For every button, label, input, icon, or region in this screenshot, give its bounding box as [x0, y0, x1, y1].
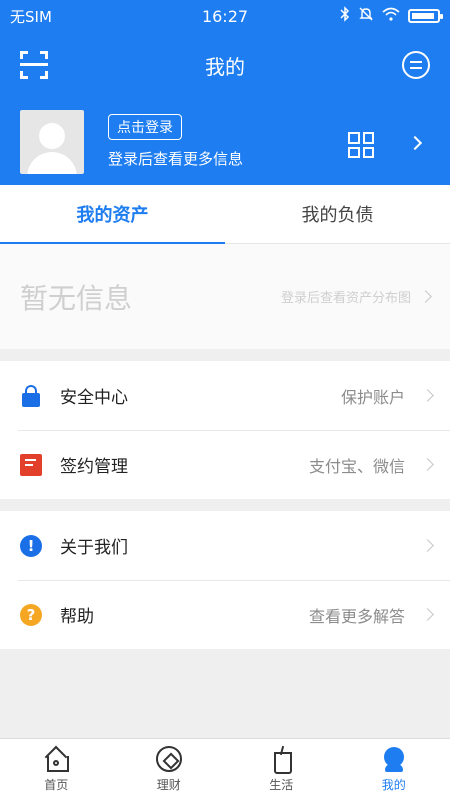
chevron-right-icon[interactable] [407, 135, 423, 151]
scan-icon[interactable] [20, 51, 48, 79]
mute-icon [358, 6, 374, 26]
tab-my-liabilities[interactable]: 我的负债 [225, 185, 450, 243]
nav-item-finance[interactable]: 理财 [113, 739, 226, 800]
login-button[interactable]: 点击登录 [108, 114, 182, 140]
nav-item-life[interactable]: 生活 [225, 739, 338, 800]
page-title: 我的 [205, 54, 245, 79]
menu-item-label: 签约管理 [60, 457, 128, 477]
menu-item-label: 关于我们 [60, 538, 128, 558]
empty-title: 暂无信息 [20, 281, 133, 315]
menu-group-security: 安全中心 保护账户 签约管理 支付宝、微信 [0, 361, 450, 499]
top-header-area: 无SIM 16:27 我的 点击登录 登录后查看更多信息 [0, 0, 450, 185]
profile-info: 点击登录 登录后查看更多信息 [108, 114, 243, 169]
help-icon: ? [20, 603, 42, 626]
asset-distribution-panel[interactable]: 暂无信息 登录后查看资产分布图 [0, 244, 450, 349]
menu-item-contract-management[interactable]: 签约管理 支付宝、微信 [0, 430, 450, 499]
chevron-right-icon [421, 539, 434, 552]
asset-hint-link[interactable]: 登录后查看资产分布图 [280, 287, 432, 306]
lock-icon [20, 384, 42, 407]
menu-item-label: 帮助 [60, 607, 94, 627]
asset-hint-text: 登录后查看资产分布图 [280, 291, 411, 306]
chevron-right-icon [421, 458, 434, 471]
battery-icon [408, 9, 443, 23]
menu-item-value: 支付宝、微信 [308, 456, 405, 476]
navbar: 我的 [0, 32, 450, 98]
status-icons [340, 6, 443, 26]
life-icon [268, 746, 294, 774]
nav-label: 首页 [44, 778, 69, 792]
login-hint: 登录后查看更多信息 [108, 150, 244, 168]
wifi-icon [382, 7, 400, 25]
menu-item-security-center[interactable]: 安全中心 保护账户 [0, 361, 450, 430]
nav-label: 理财 [156, 778, 181, 792]
carrier-text: 无SIM [10, 7, 52, 26]
avatar[interactable] [20, 109, 84, 174]
bottom-nav: 首页 理财 生活 我的 [0, 738, 450, 800]
me-icon [381, 746, 407, 772]
home-icon [43, 746, 70, 772]
tab-label: 我的资产 [76, 205, 149, 226]
chevron-right-icon [421, 389, 434, 402]
nav-label: 我的 [381, 778, 406, 792]
battery-fill [412, 13, 434, 19]
menu-item-value: 保护账户 [340, 387, 405, 407]
message-icon[interactable] [402, 51, 430, 79]
menu-item-value: 查看更多解答 [308, 606, 405, 626]
finance-icon [155, 746, 182, 772]
profile-card[interactable]: 点击登录 登录后查看更多信息 [0, 98, 450, 185]
menu-group-about: ! 关于我们 ? 帮助 查看更多解答 [0, 511, 450, 649]
menu-item-help[interactable]: ? 帮助 查看更多解答 [0, 580, 450, 649]
menu-item-label: 安全中心 [60, 388, 128, 408]
menu-item-about-us[interactable]: ! 关于我们 [0, 511, 450, 580]
chevron-right-icon [419, 290, 432, 303]
bluetooth-icon [340, 6, 350, 26]
info-icon: ! [20, 534, 42, 557]
status-bar: 无SIM 16:27 [0, 0, 450, 32]
nav-label: 生活 [269, 778, 294, 792]
tab-my-assets[interactable]: 我的资产 [0, 185, 225, 244]
qr-code-icon[interactable] [348, 132, 374, 158]
contract-icon [20, 453, 42, 476]
nav-item-home[interactable]: 首页 [0, 739, 113, 800]
nav-item-me[interactable]: 我的 [338, 739, 450, 800]
chevron-right-icon [421, 608, 434, 621]
tab-label: 我的负债 [301, 205, 374, 226]
asset-tabs: 我的资产 我的负债 [0, 185, 450, 244]
